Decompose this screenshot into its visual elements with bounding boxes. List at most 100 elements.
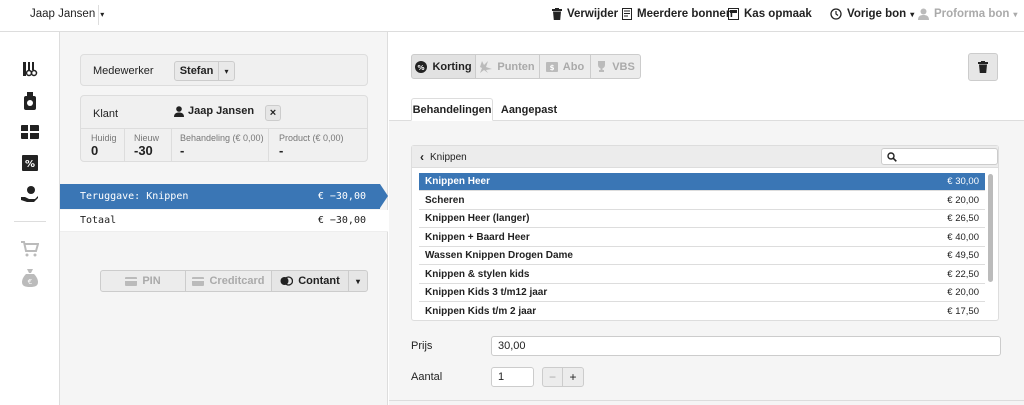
vbs-button[interactable]: VBS (590, 54, 641, 79)
subscription-button[interactable]: $ Abo (539, 54, 591, 79)
list-item[interactable]: Scheren € 20,00 (419, 192, 985, 210)
sidebar-item-refund[interactable] (20, 184, 40, 204)
previous-receipt-button[interactable]: Vorige bon ▾ (830, 0, 914, 28)
badge-percent-icon: % (415, 60, 428, 73)
employee-select[interactable]: Stefan ▾ (174, 61, 235, 81)
pay-creditcard-button[interactable]: Creditcard (185, 270, 272, 292)
remove-client-button[interactable]: × (265, 105, 281, 121)
price-input[interactable]: 30,00 (491, 336, 1001, 356)
chevron-down-icon: ▾ (910, 9, 915, 19)
previous-receipt-label: Vorige bon (847, 8, 907, 20)
vbs-label: VBS (612, 60, 635, 73)
scrollbar[interactable] (988, 174, 993, 282)
selection-arrow (380, 184, 388, 208)
points-button[interactable]: Punten (475, 54, 540, 79)
stat-product: Product (€ 0,00) - (269, 129, 367, 162)
money-bag-icon: € (22, 269, 38, 287)
receipt-line-label: Teruggave: Knippen (80, 191, 189, 202)
stat-value: 0 (91, 143, 99, 158)
tab-custom-label: Aangepast (500, 103, 558, 116)
divider (14, 221, 46, 222)
list-item[interactable]: Knippen Heer € 30,00 (419, 173, 985, 191)
chevron-down-icon: ▾ (224, 66, 229, 76)
card-icon (125, 276, 138, 286)
sidebar-item-giftcard[interactable] (20, 122, 40, 142)
sidebar-item-money-bag[interactable]: € (20, 268, 40, 288)
treatment-name: Knippen Heer (425, 176, 491, 187)
list-item[interactable]: Knippen + Baard Heer € 40,00 (419, 229, 985, 247)
pay-pin-button[interactable]: PIN (100, 270, 186, 292)
user-icon (174, 105, 184, 117)
client-stats: Huidig 0 Nieuw -30 Behandeling (€ 0,00) … (81, 129, 367, 162)
proforma-button[interactable]: Proforma bon ▾ (918, 0, 1017, 28)
bottle-icon (24, 92, 36, 110)
points-label: Punten (497, 60, 535, 73)
svg-text:%: % (418, 64, 425, 72)
cash-up-button[interactable]: Kas opmaak (728, 0, 812, 28)
treatment-name: Knippen & stylen kids (425, 268, 530, 280)
delete-button[interactable]: Verwijder (552, 0, 618, 28)
stat-label: Huidig (91, 133, 117, 143)
employee-value: Stefan (175, 62, 219, 80)
quantity-decrement-button[interactable]: − (543, 368, 563, 386)
quantity-stepper: − + (542, 367, 584, 387)
pay-cash-button[interactable]: Contant (271, 270, 349, 292)
breadcrumb[interactable]: ‹ Knippen (420, 150, 467, 164)
chevron-down-icon: ▾ (100, 9, 105, 19)
sidebar-item-discount[interactable]: % (20, 153, 40, 173)
quantity-input[interactable]: 1 (491, 367, 534, 387)
scissors-comb-icon (23, 62, 38, 77)
receipt-line[interactable]: Teruggave: Knippen € −30,00 (60, 184, 380, 209)
multiple-receipts-label: Meerdere bonnen (637, 8, 733, 20)
price-label: Prijs (411, 340, 433, 352)
stat-label: Behandeling (€ 0,00) (180, 133, 264, 143)
trash-icon (978, 61, 988, 73)
sidebar: % € (0, 32, 60, 405)
pay-cash-label: Contant (298, 275, 340, 287)
chevron-down-icon: ▾ (1013, 9, 1018, 19)
divider (389, 400, 1024, 401)
payment-more-button[interactable]: ▾ (348, 270, 368, 292)
divider (98, 5, 99, 25)
breadcrumb-label: Knippen (430, 151, 467, 163)
book-icon (728, 8, 739, 20)
sidebar-item-webshop[interactable] (20, 239, 40, 259)
employee-card: Medewerker Stefan ▾ (80, 54, 368, 86)
stat-treatment: Behandeling (€ 0,00) - (172, 129, 269, 162)
chevron-down-icon: ▾ (355, 276, 360, 286)
list-item[interactable]: Wassen Knippen Drogen Dame € 49,50 (419, 247, 985, 265)
user-icon (918, 8, 929, 20)
list-item[interactable]: Knippen Heer (langer) € 26,50 (419, 210, 985, 228)
treatment-price: € 40,00 (947, 231, 979, 243)
multiple-receipts-button[interactable]: Meerdere bonnen (622, 0, 733, 28)
stat-value: - (279, 143, 284, 158)
quantity-increment-button[interactable]: + (563, 368, 583, 386)
customer-selector[interactable]: Jaap Jansen ▾ (30, 0, 104, 28)
treatment-price: € 20,00 (947, 194, 979, 206)
stat-new: Nieuw -30 (125, 129, 172, 162)
sidebar-item-treatments[interactable] (20, 59, 40, 79)
discount-button[interactable]: % Korting (411, 54, 476, 79)
treatment-name: Knippen Heer (langer) (425, 213, 530, 224)
percent-icon: % (22, 155, 38, 171)
list-item[interactable]: Knippen Kids t/m 2 jaar € 17,50 (419, 303, 985, 320)
item-pane: % Korting Punten $ Abo VBS Behandelingen… (389, 32, 1024, 405)
tab-custom[interactable]: Aangepast (493, 98, 565, 121)
treatment-price: € 49,50 (947, 250, 979, 261)
delete-item-button[interactable] (968, 53, 998, 81)
search-input[interactable] (881, 148, 998, 165)
treatment-price: € 22,50 (947, 268, 979, 280)
svg-text:%: % (25, 159, 35, 170)
client-name: Jaap Jansen (188, 105, 255, 117)
pay-pin-label: PIN (142, 275, 161, 287)
sidebar-item-products[interactable] (20, 91, 40, 111)
client-card: Klant Jaap Jansen × Huidig 0 Nieuw -30 B… (80, 95, 368, 162)
tab-treatments-label: Behandelingen (412, 103, 492, 116)
tab-treatments[interactable]: Behandelingen (411, 98, 493, 121)
client-name-display[interactable]: Jaap Jansen (174, 105, 254, 117)
total-amount: € −30,00 (317, 215, 366, 226)
list-item[interactable]: Knippen Kids 3 t/m12 jaar € 20,00 (419, 284, 985, 302)
subscription-label: Abo (562, 60, 585, 73)
ticket-icon: $ (545, 61, 558, 72)
list-item[interactable]: Knippen & stylen kids € 22,50 (419, 266, 985, 284)
